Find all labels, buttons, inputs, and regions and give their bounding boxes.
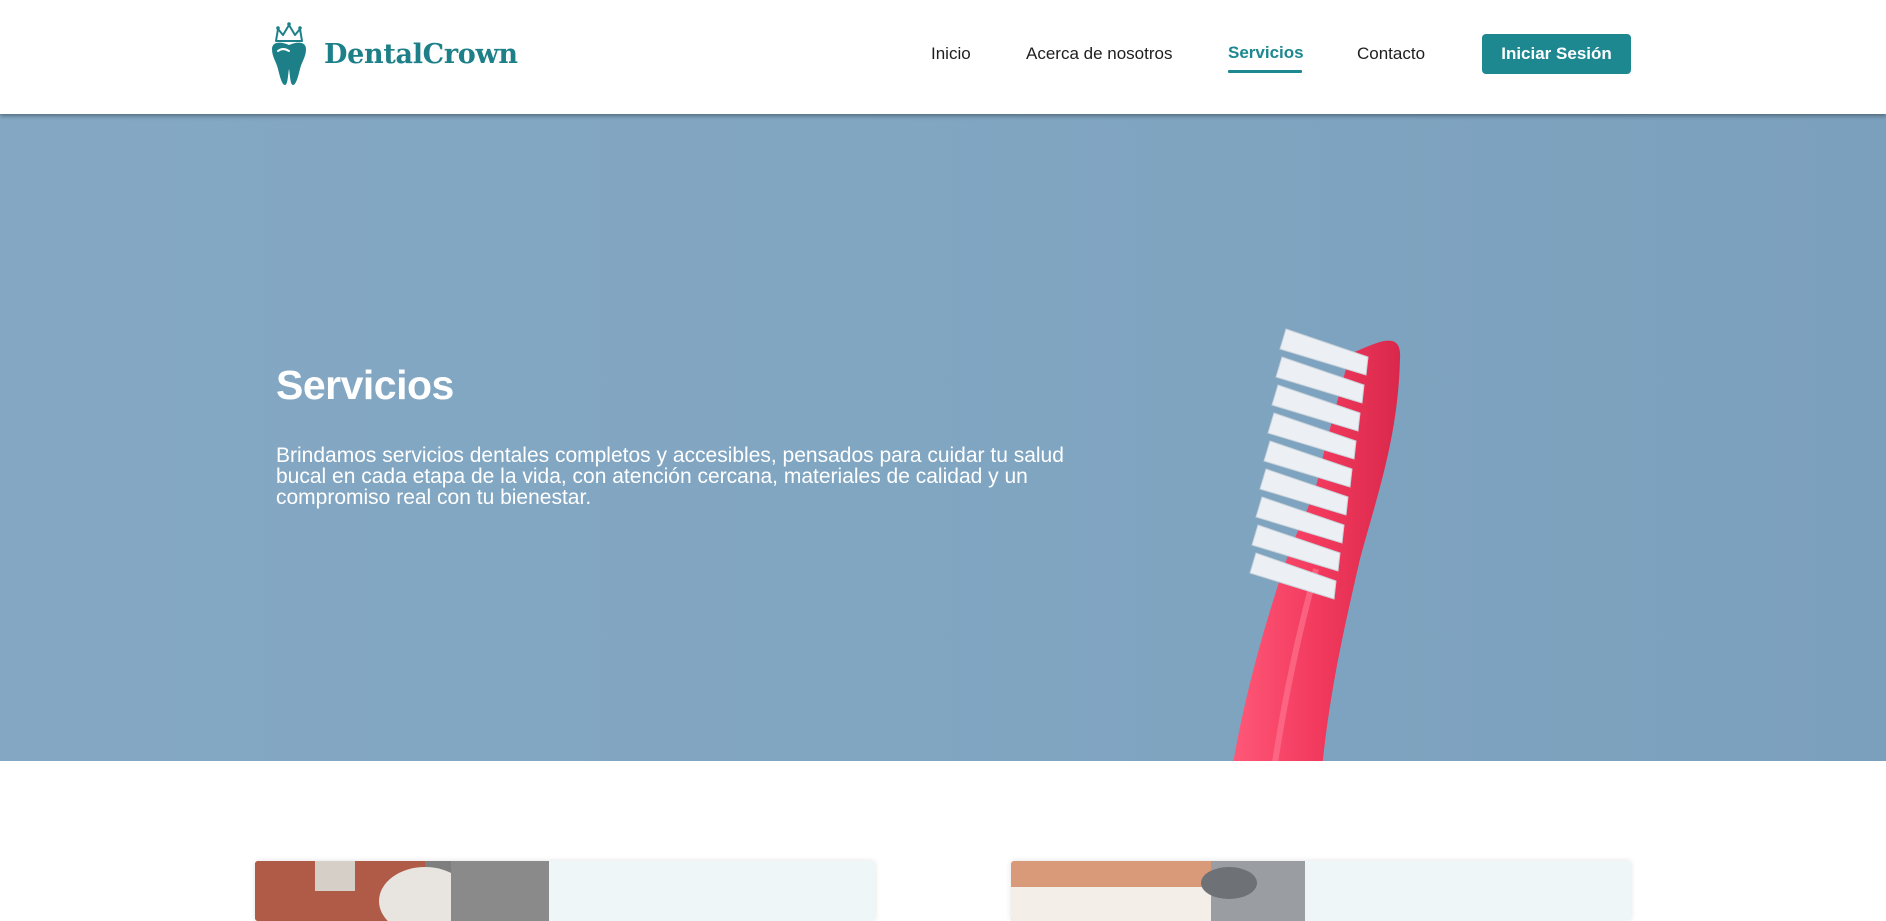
service-card[interactable] [255,861,875,921]
login-button[interactable]: Iniciar Sesión [1482,34,1631,74]
dental-crown-image [255,861,549,921]
brand-logo[interactable]: DentalCrown [266,21,518,87]
hero-banner: Servicios Brindamos servicios dentales c… [0,114,1886,761]
brand-name: DentalCrown [324,38,518,70]
nav-link-acerca[interactable]: Acerca de nosotros [1026,44,1172,64]
nav-link-contacto[interactable]: Contacto [1357,44,1425,64]
hero-description-line: Brindamos servicios dentales completos y… [276,444,1064,467]
dental-drill-image [1011,861,1305,921]
nav-link-servicios[interactable]: Servicios [1228,43,1304,63]
hero-description-line: bucal en cada etapa de la vida, con aten… [276,465,1028,488]
active-nav-indicator [1228,70,1302,73]
site-header: DentalCrown Inicio Acerca de nosotros Se… [0,0,1886,114]
pink-toothbrush-image [1233,328,1401,761]
hero-description: Brindamos servicios dentales completos y… [276,445,1096,508]
tooth-crown-icon [272,22,306,85]
service-card[interactable] [1011,861,1631,921]
page-title: Servicios [276,362,454,408]
nav-link-inicio[interactable]: Inicio [931,44,971,64]
hero-description-line: compromiso real con tu bienestar. [276,486,592,509]
